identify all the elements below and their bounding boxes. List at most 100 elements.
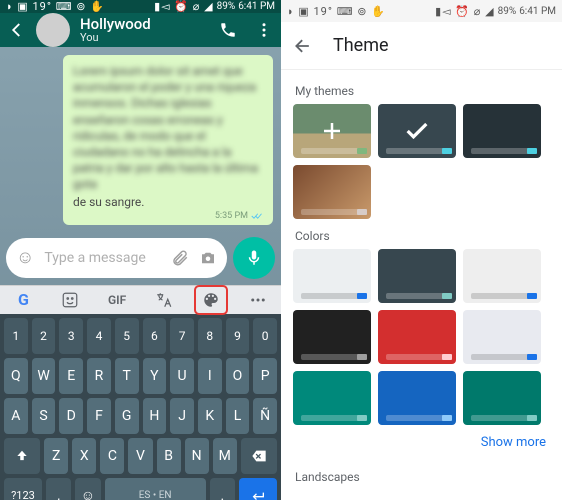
key-2[interactable]: 2 xyxy=(32,318,56,354)
back-icon[interactable] xyxy=(8,21,26,39)
my-themes-grid xyxy=(281,104,562,219)
theme-card[interactable] xyxy=(463,371,541,425)
theme-card[interactable] xyxy=(378,249,456,303)
more-icon[interactable] xyxy=(255,21,273,39)
contact-title-block[interactable]: Hollywood You xyxy=(80,16,209,45)
message-bubble[interactable]: Lorem ipsum dolor sit amet que acumularo… xyxy=(63,55,273,225)
keyboard-row-2: ASDFGHJKLÑ xyxy=(4,398,277,434)
theme-card[interactable] xyxy=(293,165,371,219)
key-j[interactable]: J xyxy=(170,398,194,434)
message-input[interactable]: ☺ Type a message xyxy=(6,238,227,278)
key-8[interactable]: 8 xyxy=(198,318,222,354)
key-1[interactable]: 1 xyxy=(4,318,28,354)
keyboard-suggestion-strip: G GIF xyxy=(0,285,281,314)
key-u[interactable]: U xyxy=(170,358,194,394)
google-icon[interactable]: G xyxy=(7,286,39,314)
check-icon xyxy=(378,104,456,158)
message-time: 5:35 PM xyxy=(215,211,248,221)
more-options-icon[interactable] xyxy=(242,286,274,314)
key-e[interactable]: E xyxy=(59,358,83,394)
key-l[interactable]: L xyxy=(226,398,250,434)
theme-card[interactable] xyxy=(293,249,371,303)
emoji-key[interactable]: ☺ xyxy=(75,478,100,500)
avatar[interactable] xyxy=(36,13,70,47)
key-m[interactable]: M xyxy=(213,438,237,474)
space-key[interactable]: ES • EN xyxy=(105,478,206,500)
key-0[interactable]: 0 xyxy=(253,318,277,354)
theme-card[interactable] xyxy=(293,310,371,364)
chat-area[interactable]: Lorem ipsum dolor sit amet que acumularo… xyxy=(0,47,281,233)
theme-card[interactable] xyxy=(378,371,456,425)
key-v[interactable]: V xyxy=(128,438,152,474)
key-g[interactable]: G xyxy=(115,398,139,434)
key-5[interactable]: 5 xyxy=(115,318,139,354)
battery-text: 89% xyxy=(217,1,236,12)
key-c[interactable]: C xyxy=(100,438,124,474)
gif-icon[interactable]: GIF xyxy=(101,286,133,314)
period-key[interactable]: . xyxy=(210,478,235,500)
key-9[interactable]: 9 xyxy=(226,318,250,354)
symbols-key[interactable]: ?123 xyxy=(4,478,42,500)
theme-card[interactable] xyxy=(293,104,371,158)
emoji-icon[interactable]: ☺ xyxy=(16,247,34,268)
backspace-key[interactable] xyxy=(241,438,277,474)
theme-card[interactable] xyxy=(463,104,541,158)
keyboard-row-4: ?123 , ☺ ES • EN . xyxy=(4,478,277,500)
section-my-themes: My themes xyxy=(281,74,562,104)
key-s[interactable]: S xyxy=(32,398,56,434)
mic-button[interactable] xyxy=(233,237,275,279)
key-d[interactable]: D xyxy=(59,398,83,434)
key-6[interactable]: 6 xyxy=(143,318,167,354)
call-icon[interactable] xyxy=(219,21,237,39)
theme-body[interactable]: My themes Colors Show more Landscapes xyxy=(281,70,562,500)
show-more-link[interactable]: Show more xyxy=(281,425,562,460)
key-o[interactable]: O xyxy=(226,358,250,394)
key-r[interactable]: R xyxy=(87,358,111,394)
key-z[interactable]: Z xyxy=(44,438,68,474)
key-x[interactable]: X xyxy=(72,438,96,474)
message-input-bar: ☺ Type a message xyxy=(0,233,281,285)
theme-card[interactable] xyxy=(378,104,456,158)
key-f[interactable]: F xyxy=(87,398,111,434)
contact-subtitle: You xyxy=(80,32,209,44)
keyboard-row-1: QWERTYUIOP xyxy=(4,358,277,394)
theme-card[interactable] xyxy=(378,310,456,364)
theme-card[interactable] xyxy=(463,310,541,364)
key-q[interactable]: Q xyxy=(4,358,28,394)
section-landscapes: Landscapes xyxy=(281,460,562,490)
status-right-icons: ▮◅ ⏰ ⌀ ◢ xyxy=(154,0,213,13)
camera-icon[interactable] xyxy=(199,249,217,267)
read-ticks-icon xyxy=(251,212,263,220)
theme-card[interactable] xyxy=(463,249,541,303)
right-screen: ◗ ▣ 19° ⌨ ⊚ ✋ ▮◅ ⏰ ⌀ ◢ 89% 6:41 PM Theme… xyxy=(281,0,562,500)
key-p[interactable]: P xyxy=(253,358,277,394)
key-n[interactable]: N xyxy=(185,438,209,474)
key-y[interactable]: Y xyxy=(143,358,167,394)
key-i[interactable]: I xyxy=(198,358,222,394)
key-b[interactable]: B xyxy=(157,438,181,474)
key-4[interactable]: 4 xyxy=(87,318,111,354)
key-7[interactable]: 7 xyxy=(170,318,194,354)
clock: 6:41 PM xyxy=(238,1,275,12)
theme-palette-icon[interactable] xyxy=(195,286,227,314)
comma-key[interactable]: , xyxy=(46,478,71,500)
message-text-clear: de su sangre. xyxy=(73,195,263,209)
theme-card[interactable] xyxy=(293,371,371,425)
message-placeholder: Type a message xyxy=(44,250,161,266)
page-title: Theme xyxy=(333,35,389,56)
key-t[interactable]: T xyxy=(115,358,139,394)
key-ñ[interactable]: Ñ xyxy=(253,398,277,434)
key-w[interactable]: W xyxy=(32,358,56,394)
sticker-icon[interactable] xyxy=(54,286,86,314)
contact-name: Hollywood xyxy=(80,16,209,33)
left-screen: ◗ ▣ 19° ⌨ ⊚ ✋ ▮◅ ⏰ ⌀ ◢ 89% 6:41 PM Holly… xyxy=(0,0,281,500)
key-h[interactable]: H xyxy=(143,398,167,434)
key-a[interactable]: A xyxy=(4,398,28,434)
shift-key[interactable] xyxy=(4,438,40,474)
key-3[interactable]: 3 xyxy=(59,318,83,354)
enter-key[interactable] xyxy=(239,478,277,500)
back-icon[interactable] xyxy=(293,36,313,56)
attach-icon[interactable] xyxy=(171,249,189,267)
key-k[interactable]: K xyxy=(198,398,222,434)
translate-icon[interactable] xyxy=(148,286,180,314)
